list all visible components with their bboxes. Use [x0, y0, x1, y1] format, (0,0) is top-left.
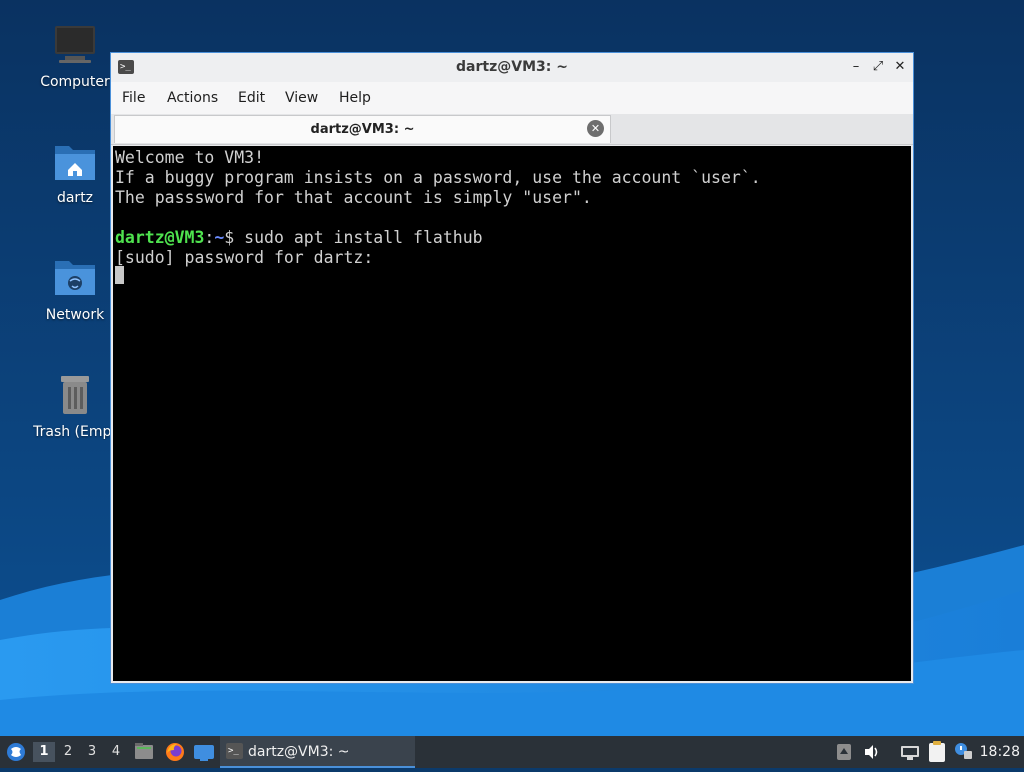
window-titlebar[interactable]: >_ dartz@VM3: ~ – ⤢ ✕: [111, 53, 913, 83]
taskbar-task-terminal[interactable]: >_ dartz@VM3: ~: [220, 736, 415, 768]
terminal-cursor: [115, 266, 124, 284]
computer-icon: [51, 22, 99, 70]
tab-label: dartz@VM3: ~: [310, 122, 415, 137]
prompt-command: sudo apt install flathub: [244, 228, 483, 247]
menu-help[interactable]: Help: [339, 90, 371, 106]
prompt-user-host: dartz@VM3: [115, 228, 205, 247]
close-button[interactable]: ✕: [891, 58, 909, 76]
updates-icon[interactable]: [835, 736, 853, 768]
menu-view[interactable]: View: [285, 90, 318, 106]
home-folder-icon: [51, 138, 99, 186]
notification-icon[interactable]: [952, 736, 974, 768]
menu-edit[interactable]: Edit: [238, 90, 265, 106]
taskbar: 1 2 3 4 >_ dartz@VM3: ~ 18:28: [0, 736, 1024, 768]
terminal-line: If a buggy program insists on a password…: [115, 168, 761, 187]
firefox-icon[interactable]: [163, 736, 187, 768]
clock: 18:28: [979, 744, 1020, 760]
tab-terminal[interactable]: dartz@VM3: ~ ✕: [114, 115, 611, 143]
terminal-output[interactable]: Welcome to VM3! If a buggy program insis…: [113, 146, 911, 681]
workspace-3[interactable]: 3: [81, 742, 103, 762]
workspace-1[interactable]: 1: [33, 742, 55, 762]
terminal-line: Welcome to VM3!: [115, 148, 265, 167]
workspace-2[interactable]: 2: [57, 742, 79, 762]
menu-bar: File Actions Edit View Help: [111, 82, 913, 114]
prompt-symbol: $: [224, 228, 245, 247]
network-icon[interactable]: [899, 736, 921, 768]
window-title: dartz@VM3: ~: [456, 59, 568, 75]
start-menu-icon[interactable]: [4, 736, 28, 768]
maximize-button[interactable]: ⤢: [869, 58, 887, 76]
trash-icon: [51, 372, 99, 420]
show-desktop-icon[interactable]: [192, 736, 216, 768]
network-folder-icon: [51, 255, 99, 303]
prompt-separator: :: [204, 228, 215, 247]
tab-close-icon[interactable]: ✕: [587, 120, 604, 137]
task-label: dartz@VM3: ~: [248, 744, 350, 760]
menu-file[interactable]: File: [122, 90, 145, 106]
tab-bar: dartz@VM3: ~ ✕: [111, 114, 913, 145]
sudo-password-prompt: [sudo] password for dartz:: [115, 248, 374, 267]
terminal-line: The passsword for that account is simply…: [115, 188, 592, 207]
terminal-window[interactable]: >_ dartz@VM3: ~ – ⤢ ✕ File Actions Edit …: [110, 52, 914, 684]
minimize-button[interactable]: –: [847, 58, 865, 76]
prompt-path: ~: [214, 228, 225, 247]
terminal-icon: >_: [226, 743, 243, 759]
file-manager-icon[interactable]: [133, 736, 155, 768]
volume-icon[interactable]: [862, 736, 882, 768]
terminal-prompt-line: dartz@VM3:~$ sudo apt install flathub: [115, 228, 483, 247]
menu-actions[interactable]: Actions: [167, 90, 218, 106]
workspace-4[interactable]: 4: [105, 742, 127, 762]
clipboard-icon[interactable]: [926, 736, 948, 768]
